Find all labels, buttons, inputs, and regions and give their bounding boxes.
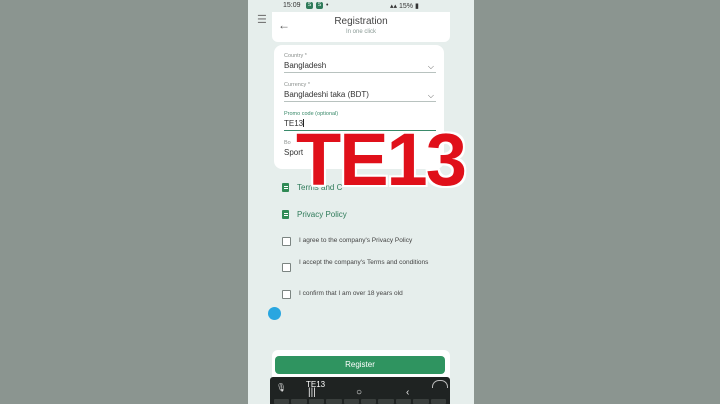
key[interactable] — [291, 399, 307, 404]
country-label: Country * — [284, 53, 307, 59]
key[interactable] — [274, 399, 290, 404]
keyboard: 🎙 TE13 ||| ○ ‹ — [270, 377, 450, 404]
header: ← Registration In one click — [272, 12, 450, 42]
chevron-down-icon: ⌵ — [427, 62, 434, 71]
status-icons: S S • — [306, 2, 328, 9]
country-select[interactable]: Country * Bangladesh ⌵ — [284, 53, 436, 73]
register-bar: Register — [272, 350, 450, 380]
currency-underline — [284, 101, 436, 102]
keyboard-keys — [274, 399, 447, 404]
document-icon — [282, 183, 289, 192]
currency-select[interactable]: Currency * Bangladeshi taka (BDT) ⌵ — [284, 82, 436, 102]
status-time: 15:09 — [283, 2, 301, 9]
privacy-consent-checkbox-row[interactable]: I agree to the company's Privacy Policy — [282, 237, 429, 246]
key[interactable] — [378, 399, 394, 404]
dot-icon: • — [326, 2, 329, 9]
signal-icon: ▴▴ — [390, 3, 398, 10]
privacy-consent-text: I agree to the company's Privacy Policy — [299, 237, 413, 244]
status-bar: 15:09 S S • ▴▴ 15% ▮ — [248, 0, 474, 12]
promo-code-overlay: TE13 — [296, 118, 467, 201]
app-notification-icon: S — [306, 2, 313, 9]
register-button[interactable]: Register — [275, 356, 445, 374]
document-icon — [282, 210, 289, 219]
age-consent-text: I confirm that I am over 18 years old — [299, 290, 403, 297]
key[interactable] — [326, 399, 342, 404]
privacy-policy-link[interactable]: Privacy Policy — [282, 210, 347, 219]
page-subtitle: In one click — [345, 29, 376, 35]
promo-code-label: Promo code (optional) — [284, 111, 339, 117]
key[interactable] — [413, 399, 429, 404]
home-icon[interactable]: ○ — [356, 387, 362, 398]
phone-screen: 15:09 S S • ▴▴ 15% ▮ ☰ ← Registration In… — [248, 0, 474, 404]
battery-level: 15% — [398, 3, 413, 10]
terms-consent-checkbox-row[interactable]: I accept the company's Terms and conditi… — [282, 259, 429, 272]
key[interactable] — [361, 399, 377, 404]
age-consent-checkbox[interactable] — [282, 290, 291, 299]
chat-bubble-icon[interactable] — [268, 307, 281, 320]
country-underline — [284, 72, 436, 73]
age-consent-checkbox-row[interactable]: I confirm that I am over 18 years old — [282, 290, 429, 299]
privacy-consent-checkbox[interactable] — [282, 237, 291, 246]
terms-consent-text: I accept the company's Terms and conditi… — [299, 259, 429, 266]
page-title: Registration — [334, 16, 388, 27]
terms-consent-checkbox[interactable] — [282, 263, 291, 272]
back-nav-icon[interactable]: ‹ — [406, 387, 409, 398]
currency-label: Currency * — [284, 82, 310, 88]
key[interactable] — [308, 399, 325, 404]
privacy-policy-link-text: Privacy Policy — [297, 210, 347, 219]
battery-icon: ▮ — [414, 3, 419, 10]
key[interactable] — [430, 399, 447, 404]
status-right: ▴▴ 15% ▮ — [390, 2, 419, 10]
currency-value: Bangladeshi taka (BDT) — [284, 90, 369, 99]
chevron-down-icon: ⌵ — [427, 91, 434, 100]
key[interactable] — [395, 399, 412, 404]
country-value: Bangladesh — [284, 61, 327, 70]
recent-apps-icon[interactable]: ||| — [308, 387, 316, 398]
microphone-icon[interactable]: 🎙 — [276, 383, 286, 392]
background-left — [0, 0, 248, 404]
menu-icon[interactable]: ☰ — [257, 13, 267, 26]
gauge-icon — [432, 380, 448, 388]
key[interactable] — [343, 399, 360, 404]
background-right — [474, 0, 720, 404]
app-notification-icon: S — [316, 2, 323, 9]
